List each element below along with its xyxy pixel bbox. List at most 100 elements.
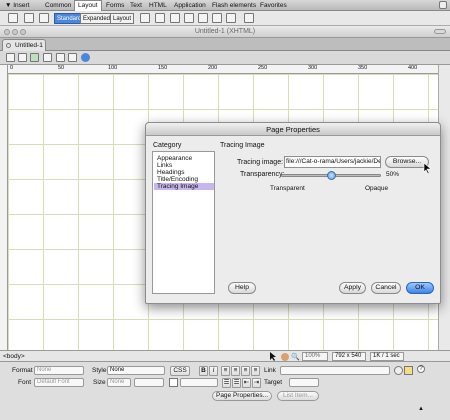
help-button[interactable]: Help xyxy=(228,282,256,294)
tab-text[interactable]: Text xyxy=(127,1,145,10)
browse-folder-icon[interactable] xyxy=(404,366,413,375)
font-select[interactable]: Default Font xyxy=(34,378,84,387)
expanded-mode-button[interactable]: Expanded xyxy=(80,13,114,24)
text-color-swatch[interactable] xyxy=(169,378,178,387)
layout-mode-button[interactable]: Layout xyxy=(110,13,135,24)
tab-html[interactable]: HTML xyxy=(146,1,170,10)
tab-layout[interactable]: Layout xyxy=(74,0,102,11)
link-input[interactable] xyxy=(280,366,390,375)
transparent-label: Transparent xyxy=(270,185,305,192)
frames-icon[interactable] xyxy=(226,13,236,23)
design-view-icon[interactable] xyxy=(30,53,39,62)
download-size: 1K / 1 sec xyxy=(370,352,404,361)
point-to-file-icon[interactable] xyxy=(394,366,403,375)
category-title-encoding[interactable]: Title/Encoding xyxy=(157,176,215,183)
insert-bar: ▼ Insert Common Layout Forms Text HTML A… xyxy=(0,0,450,11)
size-unit-select[interactable] xyxy=(134,378,164,387)
align-right-icon[interactable]: ≡ xyxy=(241,366,250,376)
close-tab-icon[interactable] xyxy=(6,43,11,48)
unordered-list-icon[interactable]: ☰ xyxy=(222,378,231,388)
select-tool-icon[interactable] xyxy=(269,352,278,361)
font-label: Font xyxy=(18,379,32,386)
insert-row-above-icon[interactable] xyxy=(170,13,180,23)
link-label: Link xyxy=(264,367,276,374)
div-tag-icon[interactable] xyxy=(24,13,34,23)
tab-favorites[interactable]: Favorites xyxy=(257,1,290,10)
category-headings[interactable]: Headings xyxy=(157,169,215,176)
tab-common[interactable]: Common xyxy=(42,1,74,10)
slider-thumb[interactable] xyxy=(327,171,336,180)
help-icon[interactable]: ? xyxy=(417,365,425,373)
cancel-button[interactable]: Cancel xyxy=(371,282,401,294)
align-left-icon[interactable]: ≡ xyxy=(221,366,230,376)
outdent-icon[interactable]: ⇤ xyxy=(242,378,251,388)
tab-forms[interactable]: Forms xyxy=(103,1,127,10)
window-size-select[interactable]: 792 x 540 xyxy=(332,352,366,361)
align-center-icon[interactable]: ≡ xyxy=(231,366,240,376)
layout-toolbar: Standard Expanded Layout xyxy=(0,11,450,26)
target-select[interactable] xyxy=(289,378,319,387)
italic-button[interactable]: I xyxy=(209,366,218,376)
file-management-icon[interactable] xyxy=(43,53,52,62)
options-menu-icon[interactable] xyxy=(439,1,447,9)
mouse-cursor-icon xyxy=(423,162,432,175)
zoom-window-icon[interactable] xyxy=(20,29,26,35)
format-select[interactable]: None xyxy=(34,366,84,375)
preview-browser-icon[interactable] xyxy=(56,53,65,62)
tracing-image-label: Tracing image: xyxy=(237,159,284,166)
table-icon[interactable] xyxy=(8,13,18,23)
layer-icon[interactable] xyxy=(39,13,49,23)
insert-menu-toggle[interactable]: ▼ Insert xyxy=(2,1,33,10)
transparency-value: 50% xyxy=(386,171,400,178)
close-window-icon[interactable] xyxy=(4,29,10,35)
properties-panel: Format None Style None CSS B I ≡ ≡ ≡ ≡ L… xyxy=(0,362,450,420)
list-item-button[interactable]: List Item... xyxy=(277,391,319,401)
code-view-icon[interactable] xyxy=(6,53,15,62)
ruler-tick: 350 xyxy=(358,65,368,71)
refresh-icon[interactable] xyxy=(81,53,90,62)
apply-button[interactable]: Apply xyxy=(339,282,366,294)
tab-application[interactable]: Application xyxy=(171,1,209,10)
tabular-data-icon[interactable] xyxy=(244,13,254,23)
insert-column-left-icon[interactable] xyxy=(198,13,208,23)
tracing-image-input[interactable]: file:///Cat-o-rama/Users/jackie/De xyxy=(284,156,381,168)
insert-row-below-icon[interactable] xyxy=(184,13,194,23)
page-properties-button[interactable]: Page Properties... xyxy=(212,391,272,401)
text-color-input[interactable] xyxy=(180,378,218,387)
split-view-icon[interactable] xyxy=(18,53,27,62)
visual-aids-icon[interactable] xyxy=(68,53,77,62)
indent-icon[interactable]: ⇥ xyxy=(252,378,261,388)
opaque-label: Opaque xyxy=(365,185,389,192)
category-appearance[interactable]: Appearance xyxy=(157,155,215,162)
bold-button[interactable]: B xyxy=(199,366,208,376)
ruler-tick: 400 xyxy=(408,65,418,71)
justify-icon[interactable]: ≡ xyxy=(251,366,260,376)
ruler-tick: 50 xyxy=(58,65,65,71)
category-tracing-image[interactable]: Tracing Image xyxy=(154,183,214,190)
category-list: Appearance Links Headings Title/Encoding… xyxy=(152,151,215,294)
size-select[interactable]: None xyxy=(107,378,131,387)
collapse-panel-icon[interactable]: ▲ xyxy=(418,406,424,412)
css-button[interactable]: CSS xyxy=(170,366,190,376)
page-properties-dialog: Page Properties Category Appearance Link… xyxy=(145,122,441,304)
format-label: Format xyxy=(12,367,33,374)
zoom-select[interactable]: 100% xyxy=(302,352,328,361)
insert-column-right-icon[interactable] xyxy=(212,13,222,23)
horizontal-ruler: 0 50 100 150 200 250 300 350 400 xyxy=(8,65,438,74)
ok-button[interactable]: OK xyxy=(406,282,434,294)
style-select[interactable]: None xyxy=(107,366,165,375)
hand-tool-icon[interactable] xyxy=(281,353,289,361)
transparency-label: Transparency: xyxy=(240,171,285,178)
tag-selector[interactable]: <body> xyxy=(3,351,25,362)
tab-untitled-1[interactable]: Untitled-1 xyxy=(2,39,46,51)
toolbar-toggle-icon[interactable] xyxy=(434,29,446,34)
minimize-window-icon[interactable] xyxy=(12,29,18,35)
layout-cell-icon[interactable] xyxy=(155,13,165,23)
layout-table-icon[interactable] xyxy=(140,13,150,23)
section-header: Tracing Image xyxy=(220,142,265,149)
ordered-list-icon[interactable]: ☰ xyxy=(232,378,241,388)
category-links[interactable]: Links xyxy=(157,162,215,169)
transparency-slider[interactable] xyxy=(281,171,381,180)
document-tabs: Untitled-1 xyxy=(0,38,450,51)
tab-flash-elements[interactable]: Flash elements xyxy=(209,1,259,10)
